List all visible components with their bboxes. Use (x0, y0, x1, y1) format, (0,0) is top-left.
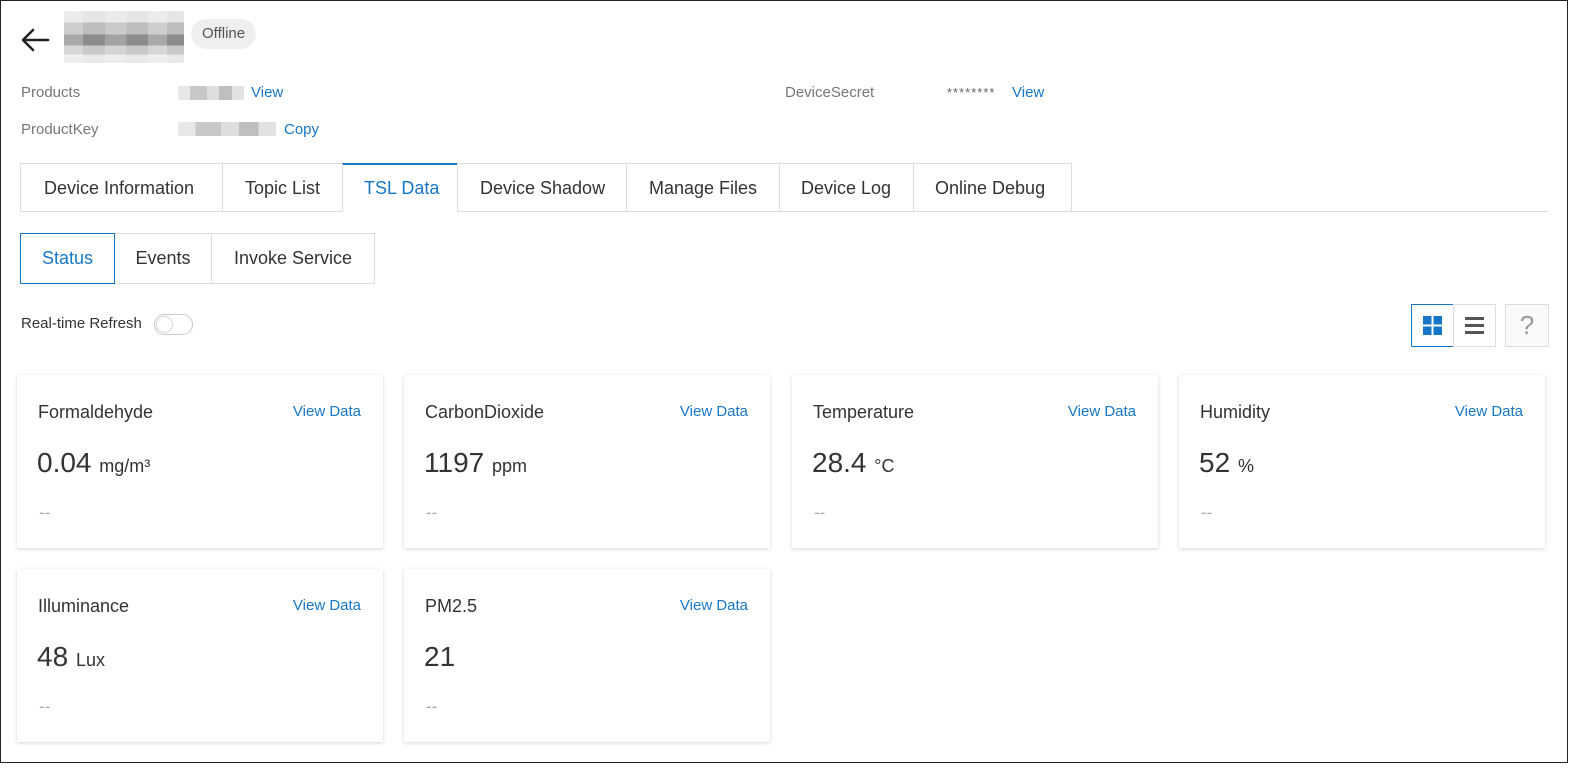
card-name: Humidity (1200, 402, 1271, 422)
card-value: 48 (37, 641, 69, 672)
products-view-link[interactable]: View (251, 84, 283, 101)
card-value-row: 0.04 mg/m³ (37, 447, 150, 479)
card-value-row: 28.4 °C (812, 447, 894, 479)
card-timestamp: -- (39, 503, 51, 522)
card-value: 1197 (424, 447, 485, 478)
sub-tabs: Status Events Invoke Service (20, 233, 375, 284)
realtime-refresh-label: Real-time Refresh (21, 315, 142, 332)
main-tabs: Device Information Topic List TSL Data D… (20, 163, 1072, 212)
property-card-illuminance: Illuminance View Data 48 Lux -- (17, 569, 383, 742)
productkey-copy-link[interactable]: Copy (284, 121, 319, 138)
card-value-row: 52 % (1199, 447, 1254, 479)
view-data-link[interactable]: View Data (1068, 403, 1136, 420)
card-timestamp: -- (814, 503, 826, 522)
subtab-status[interactable]: Status (20, 233, 115, 284)
list-icon (1465, 317, 1484, 334)
toggle-knob (156, 316, 173, 333)
card-value-row: 48 Lux (37, 641, 105, 673)
card-timestamp: -- (426, 503, 438, 522)
view-data-link[interactable]: View Data (680, 403, 748, 420)
subtab-invoke-service[interactable]: Invoke Service (212, 233, 375, 284)
productkey-label: ProductKey (21, 121, 99, 138)
devicesecret-value: ******** (947, 85, 996, 100)
card-name: PM2.5 (425, 596, 478, 616)
tab-manage-files[interactable]: Manage Files (626, 163, 779, 212)
card-name: Illuminance (38, 596, 130, 616)
page-frame: Offline Products View ProductKey Copy De… (0, 0, 1568, 763)
property-card-carbondioxide: CarbonDioxide View Data 1197 ppm -- (404, 375, 770, 548)
tab-device-shadow[interactable]: Device Shadow (457, 163, 626, 212)
card-unit: ppm (492, 456, 528, 476)
card-value: 28.4 (812, 447, 867, 478)
product-name-redacted (178, 86, 244, 100)
help-button[interactable]: ? (1505, 304, 1549, 347)
card-timestamp: -- (1201, 503, 1213, 522)
productkey-redacted (178, 122, 276, 136)
back-arrow-icon[interactable] (19, 25, 51, 55)
card-unit: °C (874, 456, 895, 476)
grid-view-button[interactable] (1411, 304, 1454, 347)
tab-device-information[interactable]: Device Information (20, 163, 222, 212)
tab-online-debug[interactable]: Online Debug (913, 163, 1072, 212)
card-timestamp: -- (39, 697, 51, 716)
card-unit: Lux (75, 650, 105, 670)
card-name: Formaldehyde (38, 402, 154, 422)
card-timestamp: -- (426, 697, 438, 716)
devicesecret-view-link[interactable]: View (1012, 84, 1044, 101)
card-value: 21 (424, 641, 456, 672)
card-value: 52 (1199, 447, 1231, 478)
realtime-refresh-toggle[interactable] (154, 314, 193, 335)
tab-topic-list[interactable]: Topic List (222, 163, 342, 212)
card-name: CarbonDioxide (425, 402, 545, 422)
view-data-link[interactable]: View Data (293, 597, 361, 614)
property-card-formaldehyde: Formaldehyde View Data 0.04 mg/m³ -- (17, 375, 383, 548)
property-card-pm25: PM2.5 View Data 21 -- (404, 569, 770, 742)
view-data-link[interactable]: View Data (1455, 403, 1523, 420)
property-card-humidity: Humidity View Data 52 % -- (1179, 375, 1545, 548)
property-card-temperature: Temperature View Data 28.4 °C -- (792, 375, 1158, 548)
card-value-row: 21 (424, 641, 455, 673)
devicesecret-label: DeviceSecret (785, 84, 875, 101)
view-data-link[interactable]: View Data (680, 597, 748, 614)
view-data-link[interactable]: View Data (293, 403, 361, 420)
device-name-redacted (64, 11, 184, 63)
card-value: 0.04 (37, 447, 92, 478)
card-unit: % (1237, 456, 1254, 476)
status-badge: Offline (191, 19, 257, 49)
card-value-row: 1197 ppm (424, 447, 527, 479)
tab-device-log[interactable]: Device Log (779, 163, 913, 212)
products-label: Products (21, 84, 81, 101)
list-view-button[interactable] (1453, 304, 1496, 347)
card-unit: mg/m³ (99, 456, 151, 476)
card-name: Temperature (813, 402, 915, 422)
grid-icon (1423, 316, 1442, 335)
tab-tsl-data[interactable]: TSL Data (342, 163, 457, 212)
subtab-events[interactable]: Events (115, 233, 212, 284)
